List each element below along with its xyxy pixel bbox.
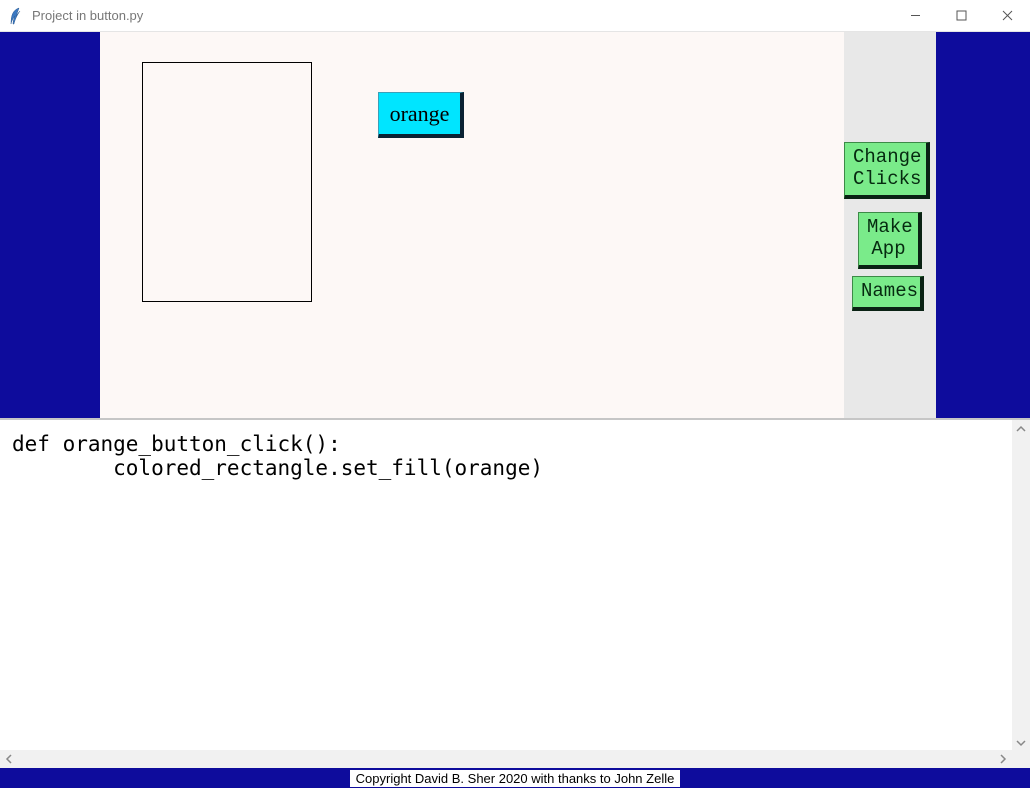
footer-copyright: Copyright David B. Sher 2020 with thanks… (350, 770, 681, 787)
scroll-left-icon[interactable] (0, 750, 18, 768)
names-button[interactable]: Names (852, 276, 924, 311)
scroll-up-icon[interactable] (1012, 420, 1030, 438)
margin-left (0, 32, 100, 418)
code-editor[interactable]: def orange_button_click(): colored_recta… (0, 420, 1012, 752)
minimize-button[interactable] (892, 0, 938, 32)
close-button[interactable] (984, 0, 1030, 32)
make-app-button[interactable]: Make App (858, 212, 922, 269)
window-titlebar: Project in button.py (0, 0, 1030, 32)
code-region: def orange_button_click(): colored_recta… (0, 418, 1030, 768)
app-icon (0, 7, 30, 25)
horizontal-scrollbar[interactable] (0, 750, 1012, 768)
colored-rectangle[interactable] (142, 62, 312, 302)
canvas-area[interactable]: orange (100, 32, 844, 418)
tool-sidebar: Change Clicks Make App Names (844, 32, 936, 418)
design-region: orange Change Clicks Make App Names (0, 32, 1030, 418)
vertical-scrollbar[interactable] (1012, 420, 1030, 752)
scroll-corner (1012, 750, 1030, 768)
maximize-button[interactable] (938, 0, 984, 32)
window-title: Project in button.py (30, 8, 143, 23)
orange-button[interactable]: orange (378, 92, 464, 138)
margin-right (936, 32, 1030, 418)
change-clicks-button[interactable]: Change Clicks (844, 142, 930, 199)
footer-bar: Copyright David B. Sher 2020 with thanks… (0, 768, 1030, 788)
scroll-right-icon[interactable] (994, 750, 1012, 768)
